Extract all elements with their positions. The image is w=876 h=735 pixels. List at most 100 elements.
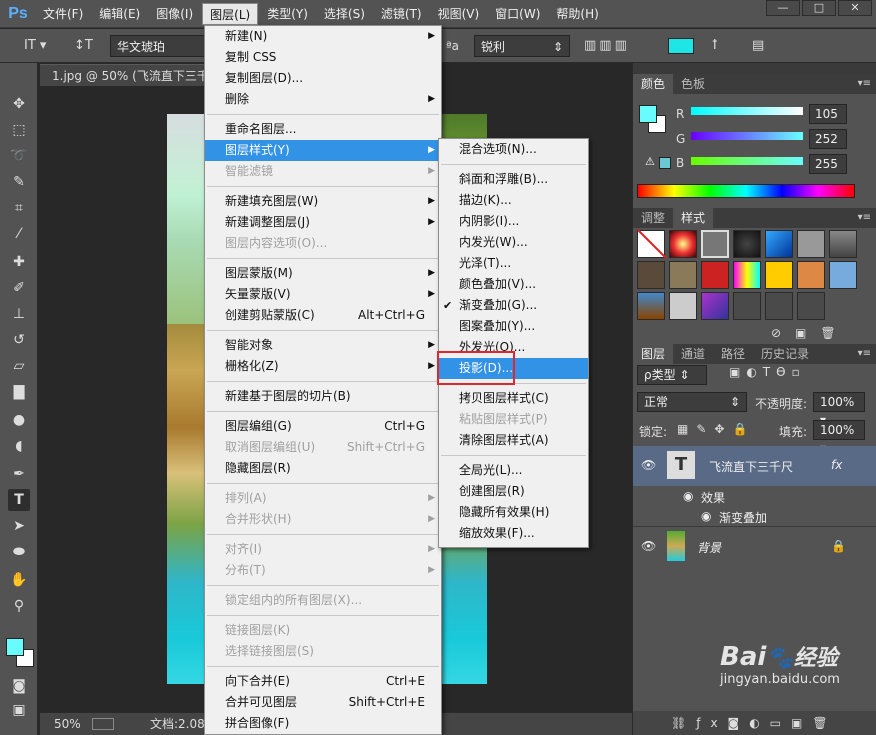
layer-menu-item-5[interactable]: 重命名图层... [205, 119, 441, 140]
style-swatch[interactable] [765, 292, 793, 320]
move-tool-icon[interactable]: ✥ [8, 93, 30, 115]
g-slider[interactable] [691, 132, 803, 140]
status-icon[interactable] [92, 718, 114, 730]
style-menu-item-8[interactable]: 渐变叠加(G)... ✔ [439, 295, 588, 316]
blend-mode-select[interactable]: 正常 ⇕ [637, 392, 747, 412]
text-color-swatch[interactable] [668, 38, 694, 54]
menu-image[interactable]: 图像(I) [149, 3, 200, 25]
style-swatch[interactable] [637, 292, 665, 320]
brush-tool-icon[interactable]: ✐ [8, 277, 30, 299]
style-swatch[interactable] [669, 292, 697, 320]
menu-type[interactable]: 类型(Y) [260, 3, 315, 25]
style-swatch[interactable] [701, 292, 729, 320]
text-tool-preset-icon[interactable]: IT ▾ [24, 35, 46, 57]
layer-menu-item-14[interactable]: 矢量蒙版(V) ▶ [205, 284, 441, 305]
menu-filter[interactable]: 滤镜(T) [374, 3, 429, 25]
stamp-tool-icon[interactable]: ⊥ [8, 303, 30, 325]
quick-select-tool-icon[interactable]: ✎ [8, 171, 30, 193]
layer-menu-item-3[interactable]: 删除 ▶ [205, 89, 441, 110]
style-swatch[interactable] [701, 230, 729, 258]
tab-paths[interactable]: 路径 [713, 344, 753, 364]
tab-history[interactable]: 历史记录 [753, 344, 817, 364]
style-swatch[interactable] [669, 261, 697, 289]
b-value[interactable]: 255 [809, 154, 847, 174]
g-value[interactable]: 252 [809, 129, 847, 149]
layer-menu-item-10[interactable]: 新建调整图层(J) ▶ [205, 212, 441, 233]
close-button[interactable]: ✕ [838, 0, 872, 16]
tab-styles[interactable]: 样式 [673, 208, 714, 228]
panel-menu-icon[interactable]: ▾≡ [858, 344, 871, 364]
eraser-tool-icon[interactable]: ▱ [8, 355, 30, 377]
layer-menu-item-20[interactable]: 新建基于图层的切片(B) [205, 386, 441, 407]
style-menu-item-17[interactable]: 全局光(L)... [439, 460, 588, 481]
r-slider[interactable] [691, 107, 803, 115]
layer-menu-item-15[interactable]: 创建剪贴蒙版(C) Alt+Ctrl+G [205, 305, 441, 326]
layer-menu-item-37[interactable]: 向下合并(E) Ctrl+E [205, 671, 441, 692]
style-swatch[interactable] [829, 230, 857, 258]
zoom-level[interactable]: 50% [54, 713, 81, 735]
fx-icon[interactable]: fx [831, 458, 842, 472]
tab-adjustments[interactable]: 调整 [633, 208, 673, 228]
layer-menu-item-17[interactable]: 智能对象 ▶ [205, 335, 441, 356]
warp-text-icon[interactable]: ꝉ [712, 35, 718, 57]
lock-icons[interactable]: ▦✎✥🔒 [677, 422, 755, 436]
style-menu-item-2[interactable]: 斜面和浮雕(B)... [439, 169, 588, 190]
fill-field[interactable]: 100% ▾ [813, 420, 865, 455]
layer-row-text[interactable]: 👁 T 飞流直下三千尺 fx [633, 446, 876, 486]
websafe-swatch[interactable] [659, 157, 671, 169]
opacity-field[interactable]: 100% ▾ [813, 392, 865, 427]
style-menu-item-13[interactable]: 拷贝图层样式(C) [439, 388, 588, 409]
font-family-field[interactable]: 华文琥珀 [110, 35, 206, 57]
style-swatch[interactable] [797, 292, 825, 320]
style-menu-item-19[interactable]: 隐藏所有效果(H) [439, 502, 588, 523]
style-menu-item-3[interactable]: 描边(K)... [439, 190, 588, 211]
tab-swatches[interactable]: 色板 [673, 74, 713, 94]
layer-menu-item-24[interactable]: 隐藏图层(R) [205, 458, 441, 479]
layer-menu-item-22[interactable]: 图层编组(G) Ctrl+G [205, 416, 441, 437]
orientation-toggle-icon[interactable]: ↕T [74, 35, 93, 57]
style-menu-item-15[interactable]: 清除图层样式(A) [439, 430, 588, 451]
marquee-tool-icon[interactable]: ⬚ [8, 119, 30, 141]
pen-tool-icon[interactable]: ✒ [8, 463, 30, 485]
effects-eye-icon[interactable]: ◉ [683, 489, 693, 503]
styles-footer-icons[interactable]: ⊘▣🗑 [771, 326, 850, 340]
tab-channels[interactable]: 通道 [673, 344, 713, 364]
minimize-button[interactable]: — [766, 0, 800, 16]
panel-menu-icon[interactable]: ▾≡ [858, 74, 871, 94]
layer-menu-item-39[interactable]: 拼合图像(F) [205, 713, 441, 734]
layer-name[interactable]: 飞流直下三千尺 [709, 458, 793, 475]
r-value[interactable]: 105 [809, 104, 847, 124]
zoom-tool-icon[interactable]: ⚲ [8, 595, 30, 617]
quick-mask-icon[interactable]: ◙ [8, 675, 30, 697]
effects-row[interactable]: ◉ 效果 [633, 486, 876, 506]
style-swatch[interactable] [637, 261, 665, 289]
layer-menu-item-18[interactable]: 栅格化(Z) ▶ [205, 356, 441, 377]
screen-mode-icon[interactable]: ▣ [8, 699, 30, 721]
blur-tool-icon[interactable]: ● [8, 409, 30, 431]
healing-tool-icon[interactable]: ✚ [8, 251, 30, 273]
menu-view[interactable]: 视图(V) [431, 3, 487, 25]
style-menu-item-7[interactable]: 颜色叠加(V)... [439, 274, 588, 295]
layer-menu-item-2[interactable]: 复制图层(D)... [205, 68, 441, 89]
menu-file[interactable]: 文件(F) [36, 3, 90, 25]
color-spectrum[interactable] [637, 184, 855, 198]
eyedropper-tool-icon[interactable]: ⁄ [8, 223, 30, 245]
style-menu-item-9[interactable]: 图案叠加(Y)... [439, 316, 588, 337]
tab-layers[interactable]: 图层 [633, 344, 674, 364]
layer-filter-icons[interactable]: ▣◐TӨ▫ [729, 365, 806, 379]
foreground-color-swatch[interactable] [6, 638, 24, 656]
layer-menu-item-38[interactable]: 合并可见图层 Shift+Ctrl+E [205, 692, 441, 713]
panel-menu-icon[interactable]: ▾≡ [858, 208, 871, 228]
document-tab[interactable]: 1.jpg @ 50% (飞流直下三千 [40, 64, 210, 86]
layer-menu-item-6[interactable]: 图层样式(Y) ▶ [205, 140, 441, 161]
history-brush-icon[interactable]: ↺ [8, 329, 30, 351]
ellipse-tool-icon[interactable]: ⬬ [8, 541, 30, 563]
style-swatch[interactable] [733, 230, 761, 258]
maximize-button[interactable]: □ [802, 0, 836, 16]
style-swatch[interactable] [669, 230, 697, 258]
dodge-tool-icon[interactable]: ◖ [8, 435, 30, 457]
color-fg-swatch[interactable] [639, 105, 657, 123]
b-slider[interactable] [691, 157, 803, 165]
style-menu-item-4[interactable]: 内阴影(I)... [439, 211, 588, 232]
visibility-eye-icon[interactable]: 👁 [641, 539, 656, 553]
